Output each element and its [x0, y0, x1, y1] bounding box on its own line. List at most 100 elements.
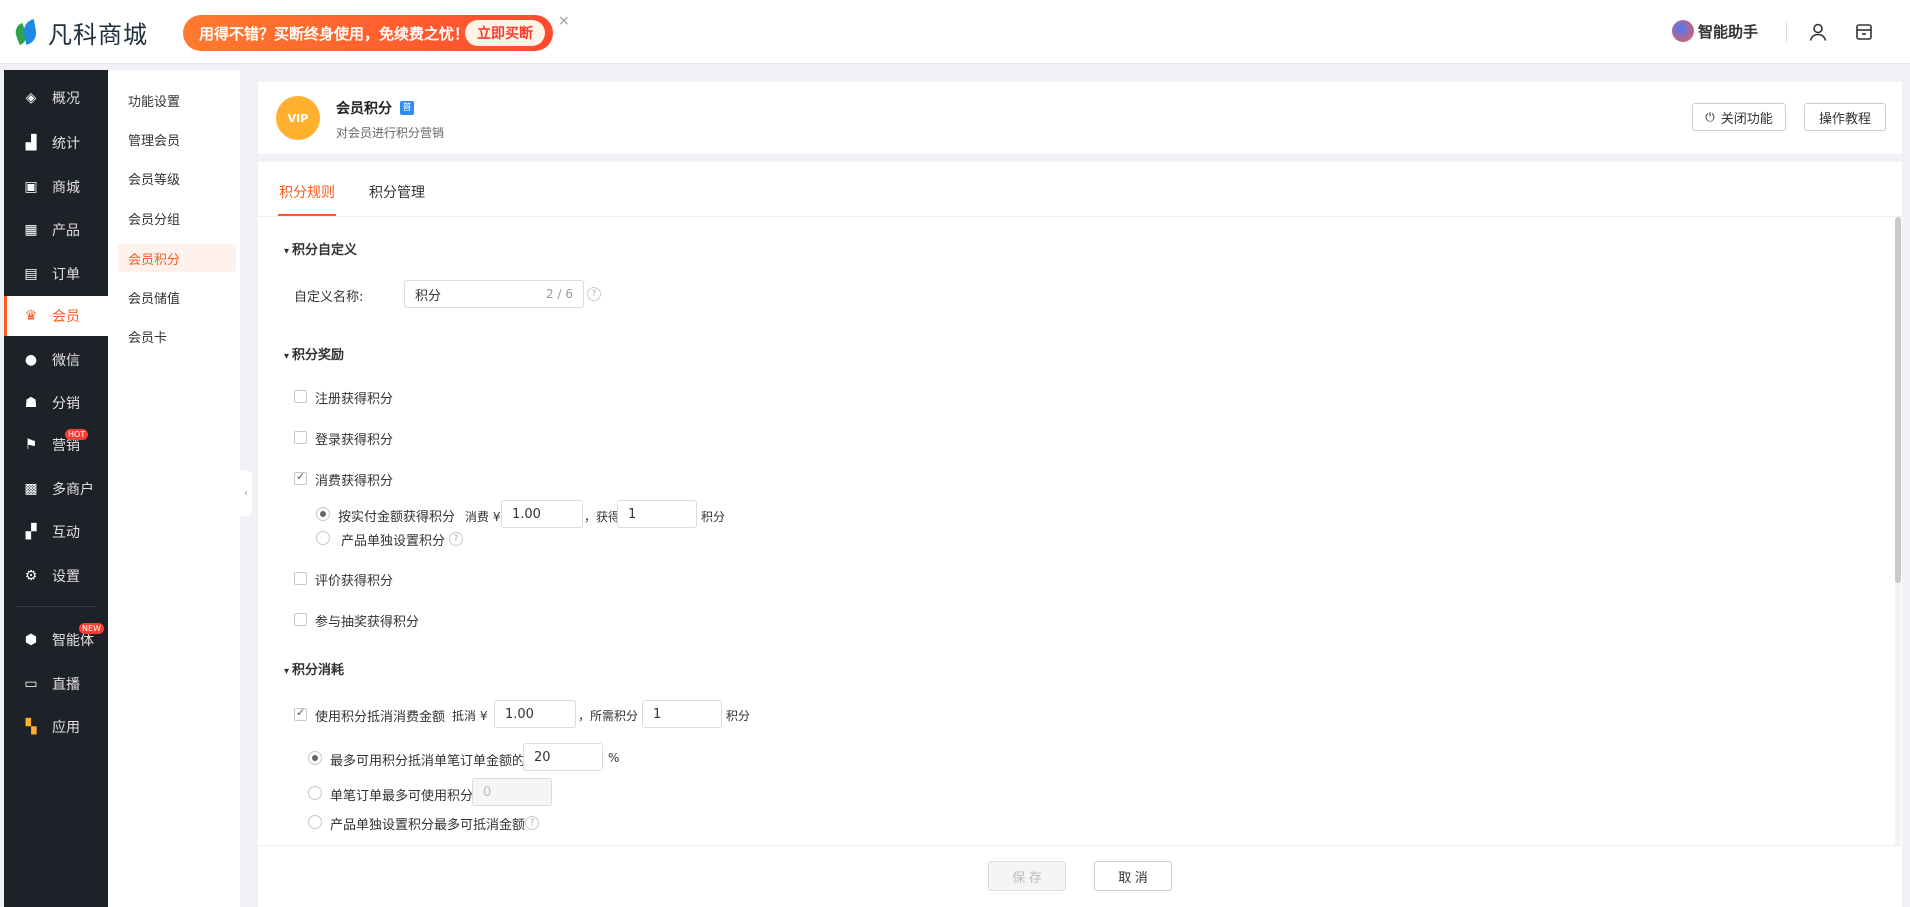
- custom-name-value: 积分: [415, 288, 442, 304]
- subnav-member-points[interactable]: 会员积分: [118, 244, 236, 272]
- section-points-consumption: 积分消耗: [284, 659, 344, 678]
- crown-icon: ♛: [24, 308, 38, 324]
- promo-banner[interactable]: 用得不错？买断终身使用，免续费之忧！ 立即买断: [183, 15, 553, 51]
- merchant-icon: ▩: [24, 481, 38, 497]
- consume-checkbox[interactable]: [294, 470, 307, 485]
- nav-multi-merchant[interactable]: ▩ 多商户: [4, 469, 108, 509]
- lottery-checkbox[interactable]: [294, 613, 307, 626]
- nav-orders[interactable]: ▤ 订单: [4, 254, 108, 294]
- edition-tag: 普: [400, 101, 414, 115]
- consume-amount-value: 1.00: [512, 506, 541, 522]
- help-icon[interactable]: ?: [525, 816, 539, 830]
- gear-icon: ⚙: [24, 568, 38, 584]
- subnav-member-card[interactable]: 会员卡: [118, 322, 236, 350]
- max-points-input[interactable]: 0: [472, 778, 552, 806]
- scrollbar-thumb[interactable]: [1895, 217, 1901, 583]
- consume-label: 消费获得积分: [315, 474, 394, 489]
- collapse-sidebar-handle[interactable]: ‹: [240, 470, 252, 516]
- custom-name-input[interactable]: 积分 2 / 6: [404, 280, 584, 308]
- header-divider: [1786, 22, 1787, 42]
- tutorial-button[interactable]: 操作教程: [1804, 103, 1886, 131]
- promo-close-icon[interactable]: ×: [558, 13, 570, 29]
- apps-icon: ▚: [25, 719, 37, 735]
- buyout-button[interactable]: 立即买断: [465, 20, 545, 46]
- content-scrollbar[interactable]: [1895, 217, 1901, 847]
- nav-label: 商城: [52, 180, 80, 196]
- consume-prefix: 消费 ¥: [465, 510, 501, 524]
- offset-checkbox[interactable]: [294, 706, 307, 721]
- save-button[interactable]: 保 存: [988, 861, 1066, 891]
- cancel-button[interactable]: 取 消: [1094, 861, 1172, 891]
- section-points-custom: 积分自定义: [284, 239, 357, 258]
- gain-points-input[interactable]: 1: [617, 500, 697, 528]
- register-checkbox[interactable]: [294, 390, 307, 403]
- subnav-member-stored-value[interactable]: 会员储值: [118, 283, 236, 311]
- max-points-radio[interactable]: [308, 786, 322, 800]
- nav-settings[interactable]: ⚙ 设置: [4, 556, 108, 596]
- active-tab-indicator: [278, 214, 336, 216]
- required-prefix: ，所需积分: [578, 709, 639, 723]
- tab-points-rules[interactable]: 积分规则: [279, 182, 335, 202]
- smart-assistant-button[interactable]: 智能助手: [1672, 20, 1758, 42]
- by-amount-radio[interactable]: [316, 507, 330, 521]
- nav-overview[interactable]: ◈ 概况: [4, 78, 108, 118]
- tab-bar: 积分规则 积分管理: [258, 162, 1902, 217]
- review-checkbox[interactable]: [294, 572, 307, 585]
- nav-products[interactable]: ▦ 产品: [4, 210, 108, 250]
- nav-statistics[interactable]: ▟ 统计: [4, 123, 108, 163]
- per-product-radio[interactable]: [316, 531, 330, 545]
- nav-apps[interactable]: ▚ 应用: [4, 707, 108, 747]
- chevron-left-icon: ‹: [244, 487, 248, 499]
- help-icon[interactable]: ?: [449, 532, 463, 546]
- nav-members[interactable]: ♛ 会员: [4, 296, 108, 336]
- clipboard-icon: ▤: [24, 266, 38, 282]
- consume-amount-input[interactable]: 1.00: [501, 500, 583, 528]
- shop-icon[interactable]: [1852, 20, 1876, 44]
- custom-name-label: 自定义名称:: [294, 290, 364, 305]
- login-label: 登录获得积分: [315, 433, 394, 448]
- percent-sign: %: [608, 751, 620, 765]
- required-points-input[interactable]: 1: [642, 700, 722, 728]
- user-icon[interactable]: [1806, 20, 1830, 44]
- per-product-max-radio[interactable]: [308, 815, 322, 829]
- vip-icon: VIP: [276, 96, 320, 140]
- top-header: 凡科商城 用得不错？买断终身使用，免续费之忧！ 立即买断 × 智能助手: [0, 0, 1910, 64]
- cube-icon: ⬢: [24, 632, 38, 648]
- robot-icon: [1672, 20, 1694, 42]
- nav-distribution[interactable]: ☗ 分销: [4, 383, 108, 423]
- max-percent-radio[interactable]: [308, 751, 322, 765]
- gain-prefix: ，获得: [584, 510, 621, 524]
- nav-interaction[interactable]: ▞ 互动: [4, 512, 108, 552]
- help-icon[interactable]: ?: [587, 287, 601, 301]
- page-header-card: VIP 会员积分 普 对会员进行积分营销 ⏻ 关闭功能 操作教程: [258, 82, 1902, 154]
- close-feature-button[interactable]: ⏻ 关闭功能: [1692, 103, 1786, 131]
- flag-icon: ⚑: [24, 437, 38, 453]
- logo[interactable]: 凡科商城: [12, 16, 148, 49]
- nav-label: 多商户: [52, 482, 94, 498]
- nav-live[interactable]: ▭ 直播: [4, 664, 108, 704]
- close-feature-label: 关闭功能: [1720, 110, 1773, 126]
- blocks-icon: ▞: [25, 524, 37, 540]
- page-title: 会员积分 普: [336, 98, 414, 118]
- nav-marketing[interactable]: ⚑ 营销: [4, 425, 108, 465]
- lottery-label: 参与抽奖获得积分: [315, 615, 420, 630]
- store-icon: ▣: [24, 179, 38, 195]
- subnav-member-groups[interactable]: 会员分组: [118, 204, 236, 232]
- offset-amount-input[interactable]: 1.00: [494, 700, 576, 728]
- member-subnav: 功能设置 管理会员 会员等级 会员分组 会员积分 会员储值 会员卡: [108, 70, 240, 907]
- gain-points-value: 1: [628, 506, 637, 522]
- nav-mall[interactable]: ▣ 商城: [4, 167, 108, 207]
- power-icon: ⏻: [1705, 109, 1715, 124]
- subnav-manage-members[interactable]: 管理会员: [118, 125, 236, 153]
- subnav-member-levels[interactable]: 会员等级: [118, 164, 236, 192]
- nav-label: 直播: [52, 677, 80, 693]
- nav-wechat[interactable]: ● 微信: [4, 340, 108, 380]
- main-content-card: 积分规则 积分管理 积分自定义 自定义名称: 积分 2 / 6 ? 积分奖励 注…: [258, 162, 1902, 907]
- tv-icon: ▭: [24, 676, 38, 692]
- max-percent-label: 最多可用积分抵消单笔订单金额的: [330, 754, 526, 769]
- tab-points-management[interactable]: 积分管理: [369, 182, 425, 202]
- subnav-feature-settings[interactable]: 功能设置: [118, 86, 236, 114]
- login-checkbox[interactable]: [294, 431, 307, 444]
- max-percent-input[interactable]: 20: [523, 743, 603, 771]
- grid-icon: ▦: [24, 222, 38, 238]
